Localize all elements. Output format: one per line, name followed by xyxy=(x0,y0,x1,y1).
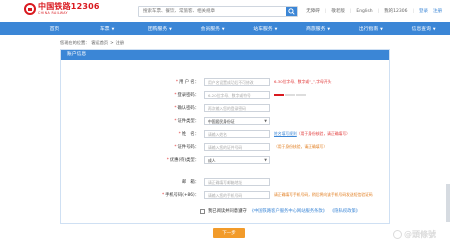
id-number-field[interactable]: 请输入您的证件号码 xyxy=(204,143,270,151)
top-links: 无障碍 | 敬老版 | English | 我的12306 | 登录 注册 xyxy=(306,8,442,15)
id-type-select[interactable]: 中国居民身份证 ▼ xyxy=(204,117,270,125)
logo-title: 中国铁路12306 xyxy=(38,2,100,11)
chevron-down-icon: ▼ xyxy=(169,26,172,31)
nav-group-service[interactable]: 团购服务 ▼ xyxy=(134,22,187,35)
next-button[interactable]: 下一步 xyxy=(213,228,245,238)
confirm-password-field[interactable]: 再次输入您的登录密码 xyxy=(204,104,270,112)
main-nav: 首页 车票 ▼ 团购服务 ▼ 会员服务 ▼ 站车服务 ▼ 商旅服务 ▼ 出行指南 ▼ 信息查… xyxy=(0,22,450,35)
id-number-row: *证件号码： 请输入您的证件号码 （用于身份核验，请正确填写） xyxy=(174,143,328,151)
site-header: 中国铁路12306 CHINA RAILWAY 无障碍 | 敬老版 | Engl… xyxy=(0,0,450,22)
username-row: *用 户 名： 用户名设置成功后不可修改 6-30位字母、数字或“_”,字母开头 xyxy=(175,78,332,86)
railway-logo-icon xyxy=(24,3,36,16)
elder-mode-link[interactable]: 敬老版 xyxy=(331,8,345,14)
email-row: 邮 箱： 请正确填写邮箱地址 xyxy=(61,178,391,187)
phone-field[interactable]: 请输入您的手机号码 xyxy=(204,191,270,199)
chevron-down-icon: ▼ xyxy=(221,26,225,31)
name-field[interactable]: 请输入姓名 xyxy=(204,130,270,138)
password-strength-meter xyxy=(274,94,306,96)
passenger-type-select[interactable]: 成人 ▼ xyxy=(204,156,270,164)
confirm-password-row: *确认密码： 再次输入您的登录密码 xyxy=(61,104,391,113)
breadcrumb: 您现在的位置： 客运首页 > 注册 xyxy=(60,40,124,46)
breadcrumb-home[interactable]: 客运首页 xyxy=(91,40,108,46)
search-input[interactable] xyxy=(139,7,286,16)
watermark-logo-icon xyxy=(393,230,402,239)
name-row: *姓 名： 请输入姓名 姓名填写规则（用于身份核验，请正确填写） xyxy=(178,130,350,138)
watermark: @頭條號 xyxy=(393,229,436,240)
phone-row: *手机号码(+86)： 请输入您的手机号码 请正确填写手机号码，稍后将向该手机号… xyxy=(161,191,373,199)
name-hint: （用于身份核验，请正确填写） xyxy=(296,131,350,136)
nav-travel-guide[interactable]: 出行指南 ▼ xyxy=(345,22,398,35)
agreement-row: 我已阅读并同意遵守 《中国铁路客户服务中心网站服务条款》 《隐私权政策》 xyxy=(200,208,360,214)
search-icon xyxy=(288,8,295,15)
passenger-type-row: *优惠(待)类型： 成人 ▼ xyxy=(61,156,391,165)
chevron-down-icon: ▼ xyxy=(327,26,331,31)
nav-tickets[interactable]: 车票 ▼ xyxy=(81,22,134,35)
side-scroll-tab[interactable] xyxy=(446,184,450,222)
terms-link[interactable]: 《中国铁路客户服务中心网站服务条款》 xyxy=(250,208,327,214)
nav-station-service[interactable]: 站车服务 ▼ xyxy=(239,22,292,35)
chevron-down-icon: ▼ xyxy=(274,26,278,31)
password-field[interactable]: 6-20位字母、数字或符号 xyxy=(204,91,270,99)
password-row: *登录密码： 6-20位字母、数字或符号 xyxy=(61,91,391,100)
login-link[interactable]: 登录 xyxy=(419,8,428,14)
accessibility-link[interactable]: 无障碍 xyxy=(306,8,320,14)
nav-member-service[interactable]: 会员服务 ▼ xyxy=(186,22,239,35)
agree-checkbox[interactable] xyxy=(200,208,205,214)
phone-hint: 请正确填写手机号码，稍后将向该手机号码发送短信验证码 xyxy=(274,192,373,197)
privacy-link[interactable]: 《隐私权政策》 xyxy=(330,208,360,214)
account-info-panel: 账户信息 *用 户 名： 用户名设置成功后不可修改 6-30位字母、数字或“_”… xyxy=(60,49,390,224)
language-link[interactable]: English xyxy=(356,9,372,14)
site-logo[interactable]: 中国铁路12306 CHINA RAILWAY xyxy=(24,2,100,16)
panel-title: 账户信息 xyxy=(61,50,389,60)
nav-home[interactable]: 首页 xyxy=(28,22,81,35)
search-bar xyxy=(138,6,298,17)
search-button[interactable] xyxy=(286,7,297,16)
nav-business-service[interactable]: 商旅服务 ▼ xyxy=(292,22,345,35)
username-field[interactable]: 用户名设置成功后不可修改 xyxy=(204,78,270,86)
my12306-link[interactable]: 我的12306 xyxy=(384,8,407,14)
breadcrumb-current: 注册 xyxy=(115,40,124,45)
chevron-down-icon: ▼ xyxy=(264,119,267,123)
name-rules-link[interactable]: 姓名填写规则 xyxy=(274,131,297,136)
agree-text: 我已阅读并同意遵守 xyxy=(208,209,247,214)
username-hint: 6-30位字母、数字或“_”,字母开头 xyxy=(274,79,332,84)
logo-subtitle: CHINA RAILWAY xyxy=(38,11,68,15)
chevron-down-icon: ▼ xyxy=(432,26,436,31)
chevron-down-icon: ▼ xyxy=(380,26,383,31)
nav-info-query[interactable]: 信息查询 ▼ xyxy=(397,22,450,35)
id-type-row: *证件类型： 中国居民身份证 ▼ xyxy=(61,117,391,126)
email-field[interactable]: 请正确填写邮箱地址 xyxy=(204,178,270,186)
chevron-down-icon: ▼ xyxy=(264,158,267,162)
register-link[interactable]: 注册 xyxy=(433,8,442,14)
id-number-hint: （用于身份核验，请正确填写） xyxy=(274,144,328,149)
chevron-down-icon: ▼ xyxy=(111,26,115,31)
